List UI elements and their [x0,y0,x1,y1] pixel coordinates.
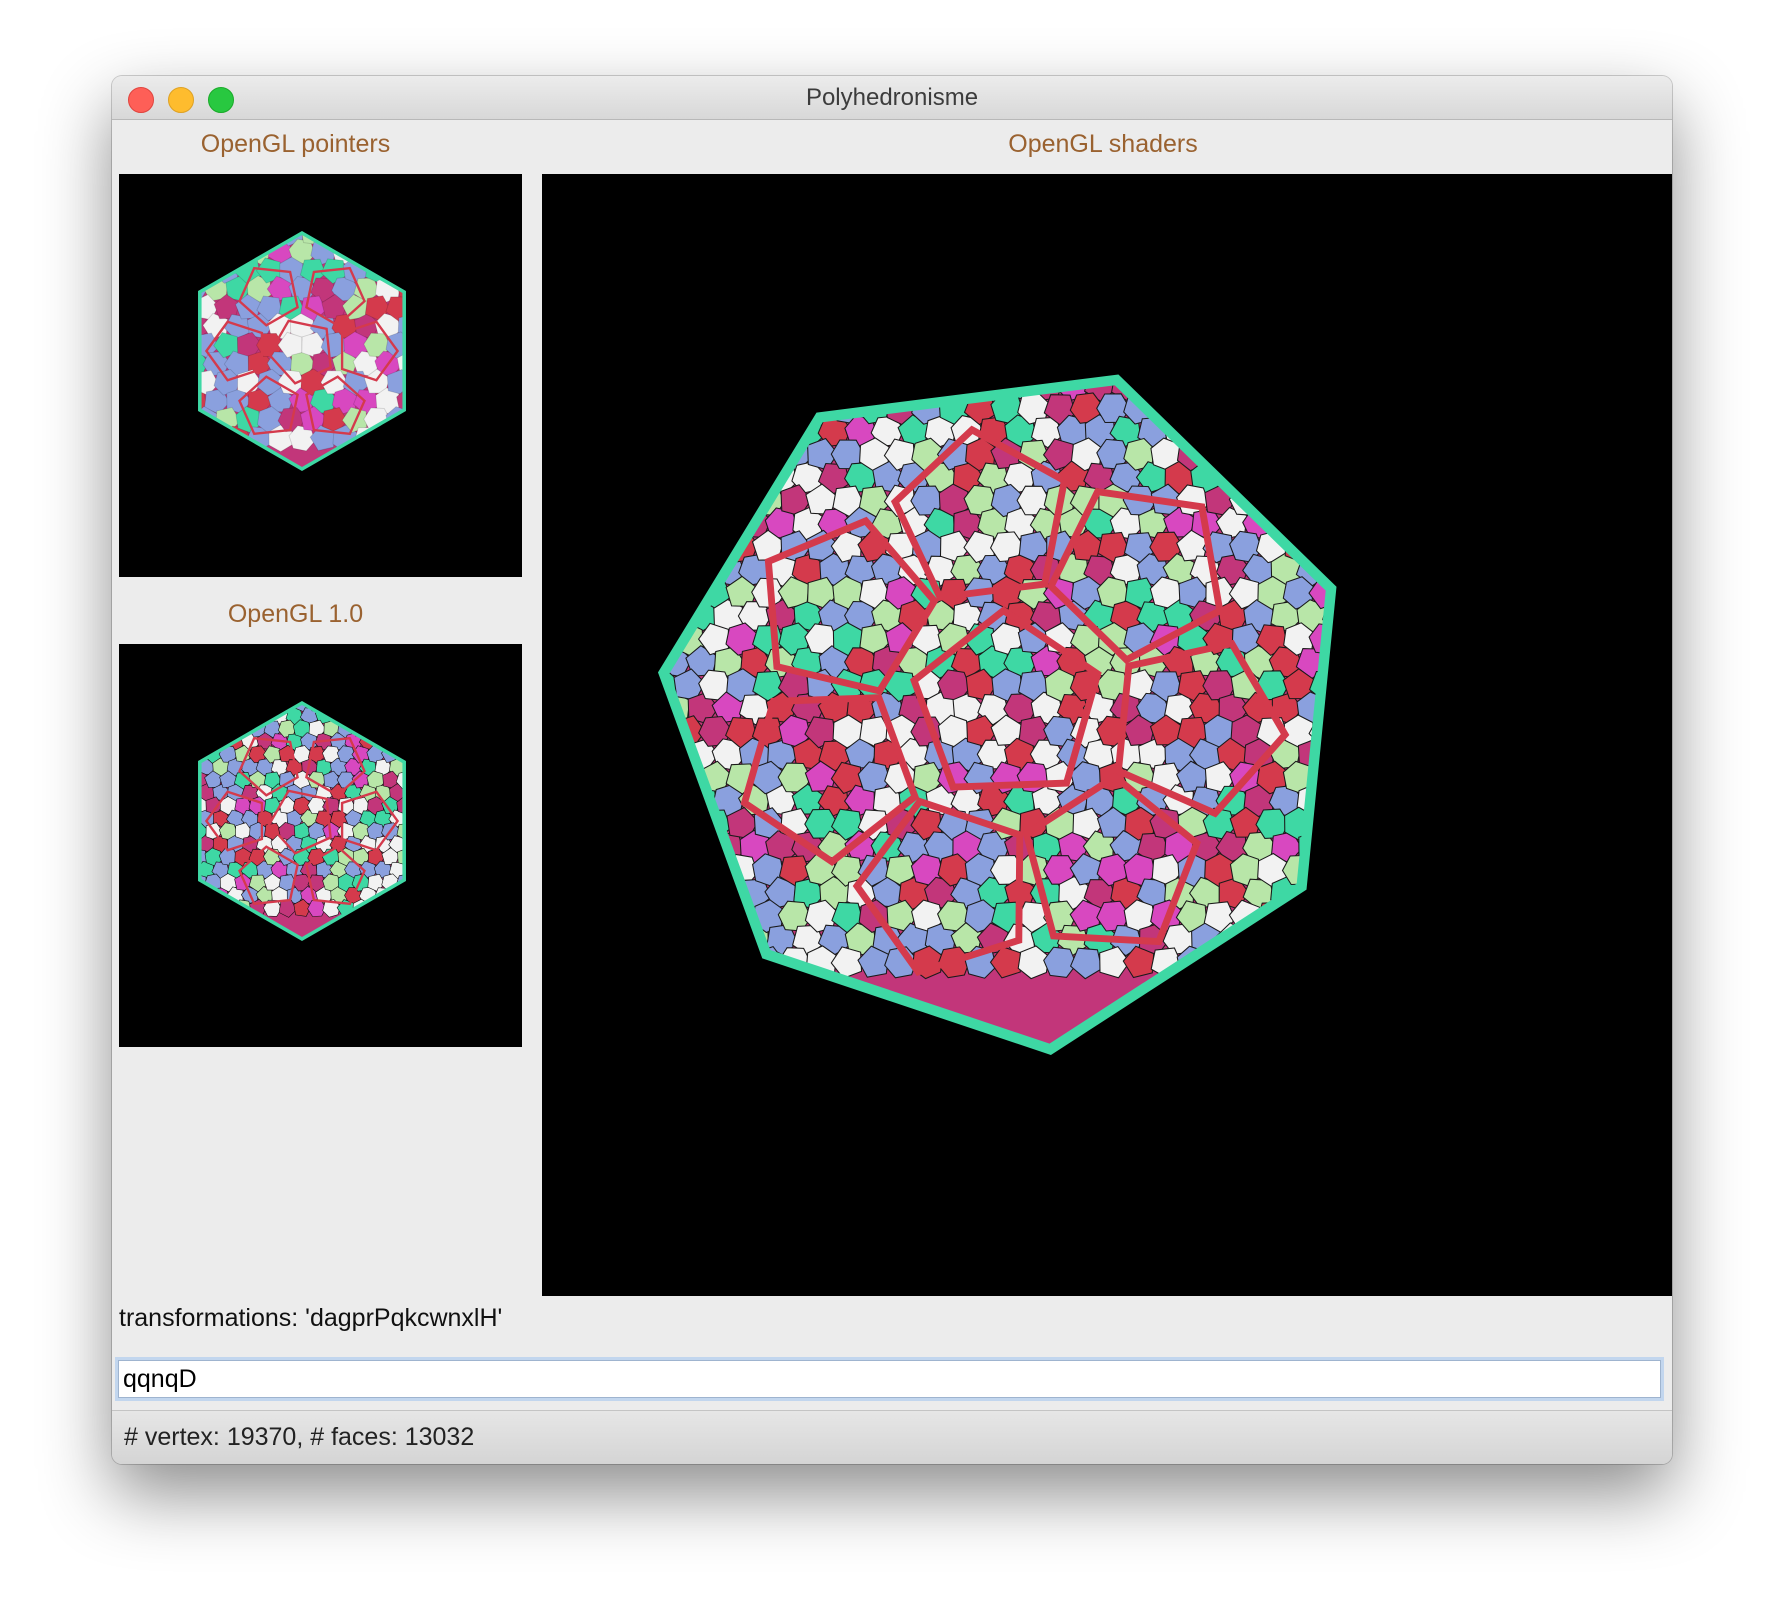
shaders-polyhedron-faces [663,379,1332,1050]
gl10-panel-label: OpenGL 1.0 [227,600,364,628]
vertex-face-count: # vertex: 19370, # faces: 13032 [124,1423,475,1451]
pointers-polyhedron-render [198,230,406,472]
gl10-polyhedron-render [198,700,406,942]
status-bar: # vertex: 19370, # faces: 13032 [112,1410,1672,1464]
pointers-gl-canvas[interactable] [119,174,522,577]
title-bar[interactable]: Polyhedronisme [112,76,1672,120]
app-window: Polyhedronisme OpenGL pointers OpenGL 1.… [112,76,1672,1464]
gl10-canvas[interactable] [119,644,522,1047]
window-title: Polyhedronisme [805,84,979,111]
shaders-polyhedron-render [657,374,1337,1055]
transformation-command-input[interactable] [118,1360,1661,1398]
shaders-panel-label: OpenGL shaders [1008,130,1198,158]
gl10-polyhedron-faces [199,703,405,939]
pointers-panel-label: OpenGL pointers [200,130,391,158]
shaders-gl-canvas[interactable] [542,174,1672,1296]
transformations-label: transformations: 'dagprPqkcwnxlH' [119,1304,503,1332]
